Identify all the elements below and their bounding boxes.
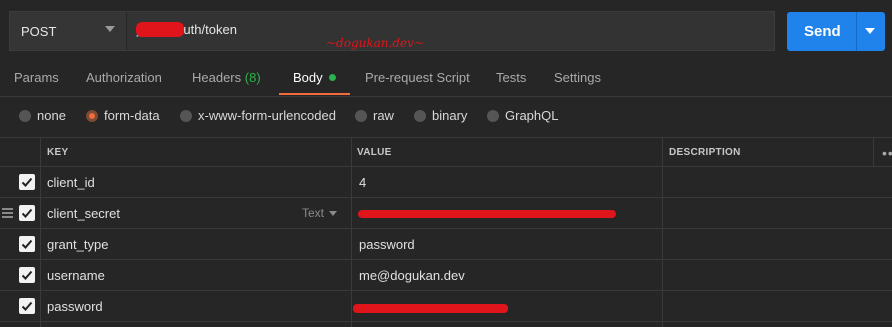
row-value[interactable]: me@dogukan.dev: [359, 268, 465, 283]
row-type-select[interactable]: Text: [302, 206, 338, 220]
table-row: password: [0, 291, 892, 322]
table-row: grant_type password: [0, 229, 892, 260]
header-value: VALUE: [357, 147, 392, 158]
drag-handle-icon[interactable]: [2, 208, 13, 218]
table-header-row: KEY VALUE DESCRIPTION ••: [0, 137, 892, 167]
row-checkbox[interactable]: [19, 298, 35, 314]
radio-x-www-form-urlencoded[interactable]: x-www-form-urlencoded: [180, 108, 336, 123]
method-label: POST: [21, 24, 57, 39]
url-redaction: [136, 22, 184, 37]
radio-dot-icon: [19, 110, 31, 122]
radio-binary-label: binary: [432, 108, 468, 123]
row-key[interactable]: client_id: [47, 175, 95, 190]
chevron-down-icon: [105, 26, 115, 32]
row-checkbox[interactable]: [19, 267, 35, 283]
value-redaction: [358, 210, 616, 218]
radio-dot-icon: [487, 110, 499, 122]
row-checkbox[interactable]: [19, 236, 35, 252]
row-value[interactable]: password: [359, 237, 415, 252]
send-label: Send: [804, 23, 841, 40]
radio-dot-icon: [414, 110, 426, 122]
tab-settings[interactable]: Settings: [554, 70, 601, 85]
body-modified-dot-icon: [328, 74, 336, 81]
radio-raw-label: raw: [373, 108, 394, 123]
checkmark-icon: [21, 270, 33, 280]
radio-dot-selected-icon: [86, 110, 98, 122]
radio-form-data[interactable]: form-data: [86, 108, 160, 123]
row-key[interactable]: client_secret: [47, 206, 120, 221]
chevron-down-icon: [329, 211, 338, 216]
value-redaction: [353, 304, 508, 313]
request-tabs: Params Authorization Headers (8) Body Pr…: [0, 62, 892, 97]
form-data-table: KEY VALUE DESCRIPTION •• client_id 4 cli…: [0, 137, 892, 327]
tab-pre-request-script[interactable]: Pre-request Script: [365, 70, 470, 85]
radio-urlencoded-label: x-www-form-urlencoded: [198, 108, 336, 123]
tab-authorization[interactable]: Authorization: [86, 70, 162, 85]
active-tab-underline: [279, 93, 350, 95]
row-checkbox[interactable]: [19, 205, 35, 221]
send-divider: [856, 12, 857, 51]
row-key[interactable]: grant_type: [47, 237, 108, 252]
table-row: username me@dogukan.dev: [0, 260, 892, 291]
body-type-selector: none form-data x-www-form-urlencoded raw…: [0, 104, 892, 130]
row-type-label: Text: [302, 206, 325, 220]
handwritten-annotation: ~dogukan.dev~: [326, 36, 424, 50]
row-value[interactable]: 4: [359, 175, 366, 190]
radio-dot-icon: [180, 110, 192, 122]
checkmark-icon: [21, 239, 33, 249]
headers-count-badge: (8): [244, 70, 261, 85]
tab-body-label: Body: [293, 70, 323, 85]
tab-tests[interactable]: Tests: [496, 70, 526, 85]
radio-graphql[interactable]: GraphQL: [487, 108, 558, 123]
row-checkbox[interactable]: [19, 174, 35, 190]
send-options-chevron-icon[interactable]: [865, 28, 875, 34]
radio-raw[interactable]: raw: [355, 108, 394, 123]
radio-form-data-label: form-data: [104, 108, 160, 123]
checkmark-icon: [21, 208, 33, 218]
row-key[interactable]: password: [47, 299, 103, 314]
row-key[interactable]: username: [47, 268, 105, 283]
radio-none[interactable]: none: [19, 108, 66, 123]
radio-dot-icon: [355, 110, 367, 122]
header-description: DESCRIPTION: [669, 147, 741, 158]
checkmark-icon: [21, 301, 33, 311]
tab-headers-label: Headers: [192, 70, 242, 85]
tab-body[interactable]: Body: [293, 70, 336, 85]
tab-params[interactable]: Params: [14, 70, 59, 85]
radio-none-label: none: [37, 108, 66, 123]
tab-headers[interactable]: Headers (8): [192, 70, 261, 85]
checkmark-icon: [21, 177, 33, 187]
send-button[interactable]: Send: [787, 12, 885, 51]
table-row: client_id 4: [0, 167, 892, 198]
radio-graphql-label: GraphQL: [505, 108, 559, 123]
header-key: KEY: [47, 147, 69, 158]
radio-binary[interactable]: binary: [414, 108, 467, 123]
more-options-icon[interactable]: ••: [882, 145, 892, 161]
method-select[interactable]: POST: [10, 12, 127, 50]
table-row: client_secret Text: [0, 198, 892, 229]
